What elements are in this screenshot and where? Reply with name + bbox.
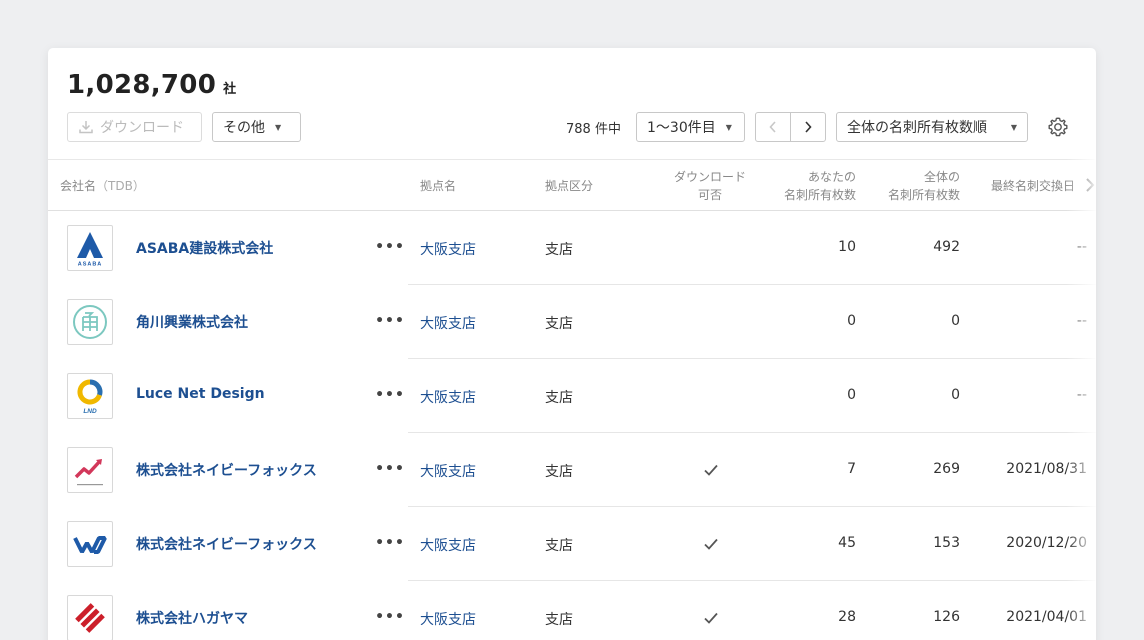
next-page-button[interactable] bbox=[790, 112, 826, 142]
company-name-link[interactable]: 株式会社ネイビーフォックス bbox=[136, 534, 317, 554]
more-options-icon[interactable]: ••• bbox=[375, 457, 404, 481]
column-header-all-cards[interactable]: 全体の 名刺所有枚数 bbox=[870, 160, 960, 211]
more-options-icon[interactable]: ••• bbox=[375, 605, 404, 629]
last-exchange-date: -- bbox=[1076, 387, 1087, 403]
branch-type: 支店 bbox=[545, 316, 573, 332]
company-logo-navyfox-red bbox=[67, 447, 113, 493]
branch-name-link[interactable]: 大阪支店 bbox=[420, 313, 476, 333]
caret-down-icon: ▼ bbox=[275, 122, 282, 132]
checkmark-icon bbox=[700, 459, 722, 481]
branch-type: 支店 bbox=[545, 242, 573, 258]
branch-name-link[interactable]: 大阪支店 bbox=[420, 387, 476, 407]
company-name-link[interactable]: 角川興業株式会社 bbox=[136, 312, 248, 332]
branch-type: 支店 bbox=[545, 464, 573, 480]
download-icon bbox=[79, 121, 93, 134]
gear-icon[interactable] bbox=[1046, 115, 1070, 139]
my-card-count: 7 bbox=[847, 461, 856, 477]
company-count-unit: 社 bbox=[223, 82, 237, 97]
pagination bbox=[755, 112, 826, 142]
all-card-count: 269 bbox=[933, 461, 960, 477]
more-options-icon[interactable]: ••• bbox=[375, 531, 404, 555]
total-count-text: 788 件中 bbox=[566, 122, 621, 137]
prev-page-button[interactable] bbox=[755, 112, 791, 142]
table-row[interactable]: 株式会社ネイビーフォックス ••• 大阪支店 支店 45 153 2020/12… bbox=[48, 507, 1096, 581]
chevron-right-icon bbox=[1086, 178, 1095, 192]
all-card-count: 492 bbox=[933, 239, 960, 255]
company-name-link[interactable]: ASABA建設株式会社 bbox=[136, 238, 273, 258]
company-name-link[interactable]: 株式会社ハガヤマ bbox=[136, 608, 248, 628]
branch-type: 支店 bbox=[545, 390, 573, 406]
chevron-left-icon bbox=[769, 121, 776, 133]
sort-dropdown[interactable]: 全体の名刺所有枚数順 ▼ bbox=[836, 112, 1028, 142]
my-card-count: 0 bbox=[847, 387, 856, 403]
company-table: 会社名 （TDB） 拠点名 拠点区分 ダウンロード 可否 あなたの 名刺所有枚数 … bbox=[48, 159, 1096, 640]
company-name-link[interactable]: Luce Net Design bbox=[136, 386, 265, 402]
table-row[interactable]: ASABA ASABA建設株式会社 ••• 大阪支店 支店 10 492 -- bbox=[48, 211, 1096, 285]
all-card-count: 153 bbox=[933, 535, 960, 551]
my-card-count: 0 bbox=[847, 313, 856, 329]
branch-name-link[interactable]: 大阪支店 bbox=[420, 609, 476, 629]
company-count-number: 1,028,700 bbox=[67, 70, 217, 100]
branch-type: 支店 bbox=[545, 612, 573, 628]
company-logo-hagayama bbox=[67, 595, 113, 640]
download-button-label: ダウンロード bbox=[100, 120, 184, 136]
last-exchange-date: -- bbox=[1076, 313, 1087, 329]
chevron-right-icon bbox=[805, 121, 812, 133]
column-header-branch-type[interactable]: 拠点区分 bbox=[545, 160, 625, 211]
branch-type: 支店 bbox=[545, 538, 573, 554]
column-header-my-cards[interactable]: あなたの 名刺所有枚数 bbox=[766, 160, 856, 211]
range-dropdown[interactable]: 1〜30件目 ▼ bbox=[636, 112, 745, 142]
my-card-count: 45 bbox=[838, 535, 856, 551]
branch-name-link[interactable]: 大阪支店 bbox=[420, 461, 476, 481]
more-options-icon[interactable]: ••• bbox=[375, 309, 404, 333]
sort-dropdown-label: 全体の名刺所有枚数順 bbox=[847, 120, 987, 136]
scroll-right-button[interactable] bbox=[1066, 174, 1096, 196]
company-list-panel: 1,028,700 社 ダウンロード その他 ▼ 788 件中 1〜30件目 ▼… bbox=[48, 48, 1096, 640]
more-options-icon[interactable]: ••• bbox=[375, 383, 404, 407]
last-exchange-date: 2021/08/31 bbox=[1006, 461, 1087, 477]
my-card-count: 28 bbox=[838, 609, 856, 625]
column-header-company[interactable]: 会社名 （TDB） bbox=[60, 160, 260, 211]
table-row[interactable]: 角川興業株式会社 ••• 大阪支店 支店 0 0 -- bbox=[48, 285, 1096, 359]
all-card-count: 0 bbox=[951, 313, 960, 329]
checkmark-icon bbox=[700, 607, 722, 629]
caret-down-icon: ▼ bbox=[725, 122, 732, 132]
other-dropdown[interactable]: その他 ▼ bbox=[212, 112, 301, 142]
table-row[interactable]: 株式会社ハガヤマ ••• 大阪支店 支店 28 126 2021/04/01 bbox=[48, 581, 1096, 640]
branch-name-link[interactable]: 大阪支店 bbox=[420, 535, 476, 555]
table-row[interactable]: LND Luce Net Design ••• 大阪支店 支店 0 0 -- bbox=[48, 359, 1096, 433]
company-logo-kadokawa bbox=[67, 299, 113, 345]
all-card-count: 0 bbox=[951, 387, 960, 403]
company-logo-asaba: ASABA bbox=[67, 225, 113, 271]
caret-down-icon: ▼ bbox=[1010, 122, 1017, 132]
all-card-count: 126 bbox=[933, 609, 960, 625]
other-dropdown-label: その他 bbox=[223, 120, 265, 136]
table-header: 会社名 （TDB） 拠点名 拠点区分 ダウンロード 可否 あなたの 名刺所有枚数 … bbox=[48, 159, 1096, 211]
checkmark-icon bbox=[700, 533, 722, 555]
company-name-link[interactable]: 株式会社ネイビーフォックス bbox=[136, 460, 317, 480]
last-exchange-date: -- bbox=[1076, 239, 1087, 255]
company-count: 1,028,700 社 bbox=[67, 70, 236, 100]
more-options-icon[interactable]: ••• bbox=[375, 235, 404, 259]
branch-name-link[interactable]: 大阪支店 bbox=[420, 239, 476, 259]
table-row[interactable]: 株式会社ネイビーフォックス ••• 大阪支店 支店 7 269 2021/08/… bbox=[48, 433, 1096, 507]
last-exchange-date: 2020/12/20 bbox=[1006, 535, 1087, 551]
my-card-count: 10 bbox=[838, 239, 856, 255]
company-logo-lnd: LND bbox=[67, 373, 113, 419]
column-header-download[interactable]: ダウンロード 可否 bbox=[660, 160, 760, 211]
column-header-branch[interactable]: 拠点名 bbox=[420, 160, 500, 211]
company-logo-navyfox-blue bbox=[67, 521, 113, 567]
logo-text: ASABA bbox=[78, 262, 103, 268]
download-button[interactable]: ダウンロード bbox=[67, 112, 202, 142]
range-dropdown-label: 1〜30件目 bbox=[647, 120, 716, 136]
last-exchange-date: 2021/04/01 bbox=[1006, 609, 1087, 625]
logo-text: LND bbox=[83, 408, 97, 415]
